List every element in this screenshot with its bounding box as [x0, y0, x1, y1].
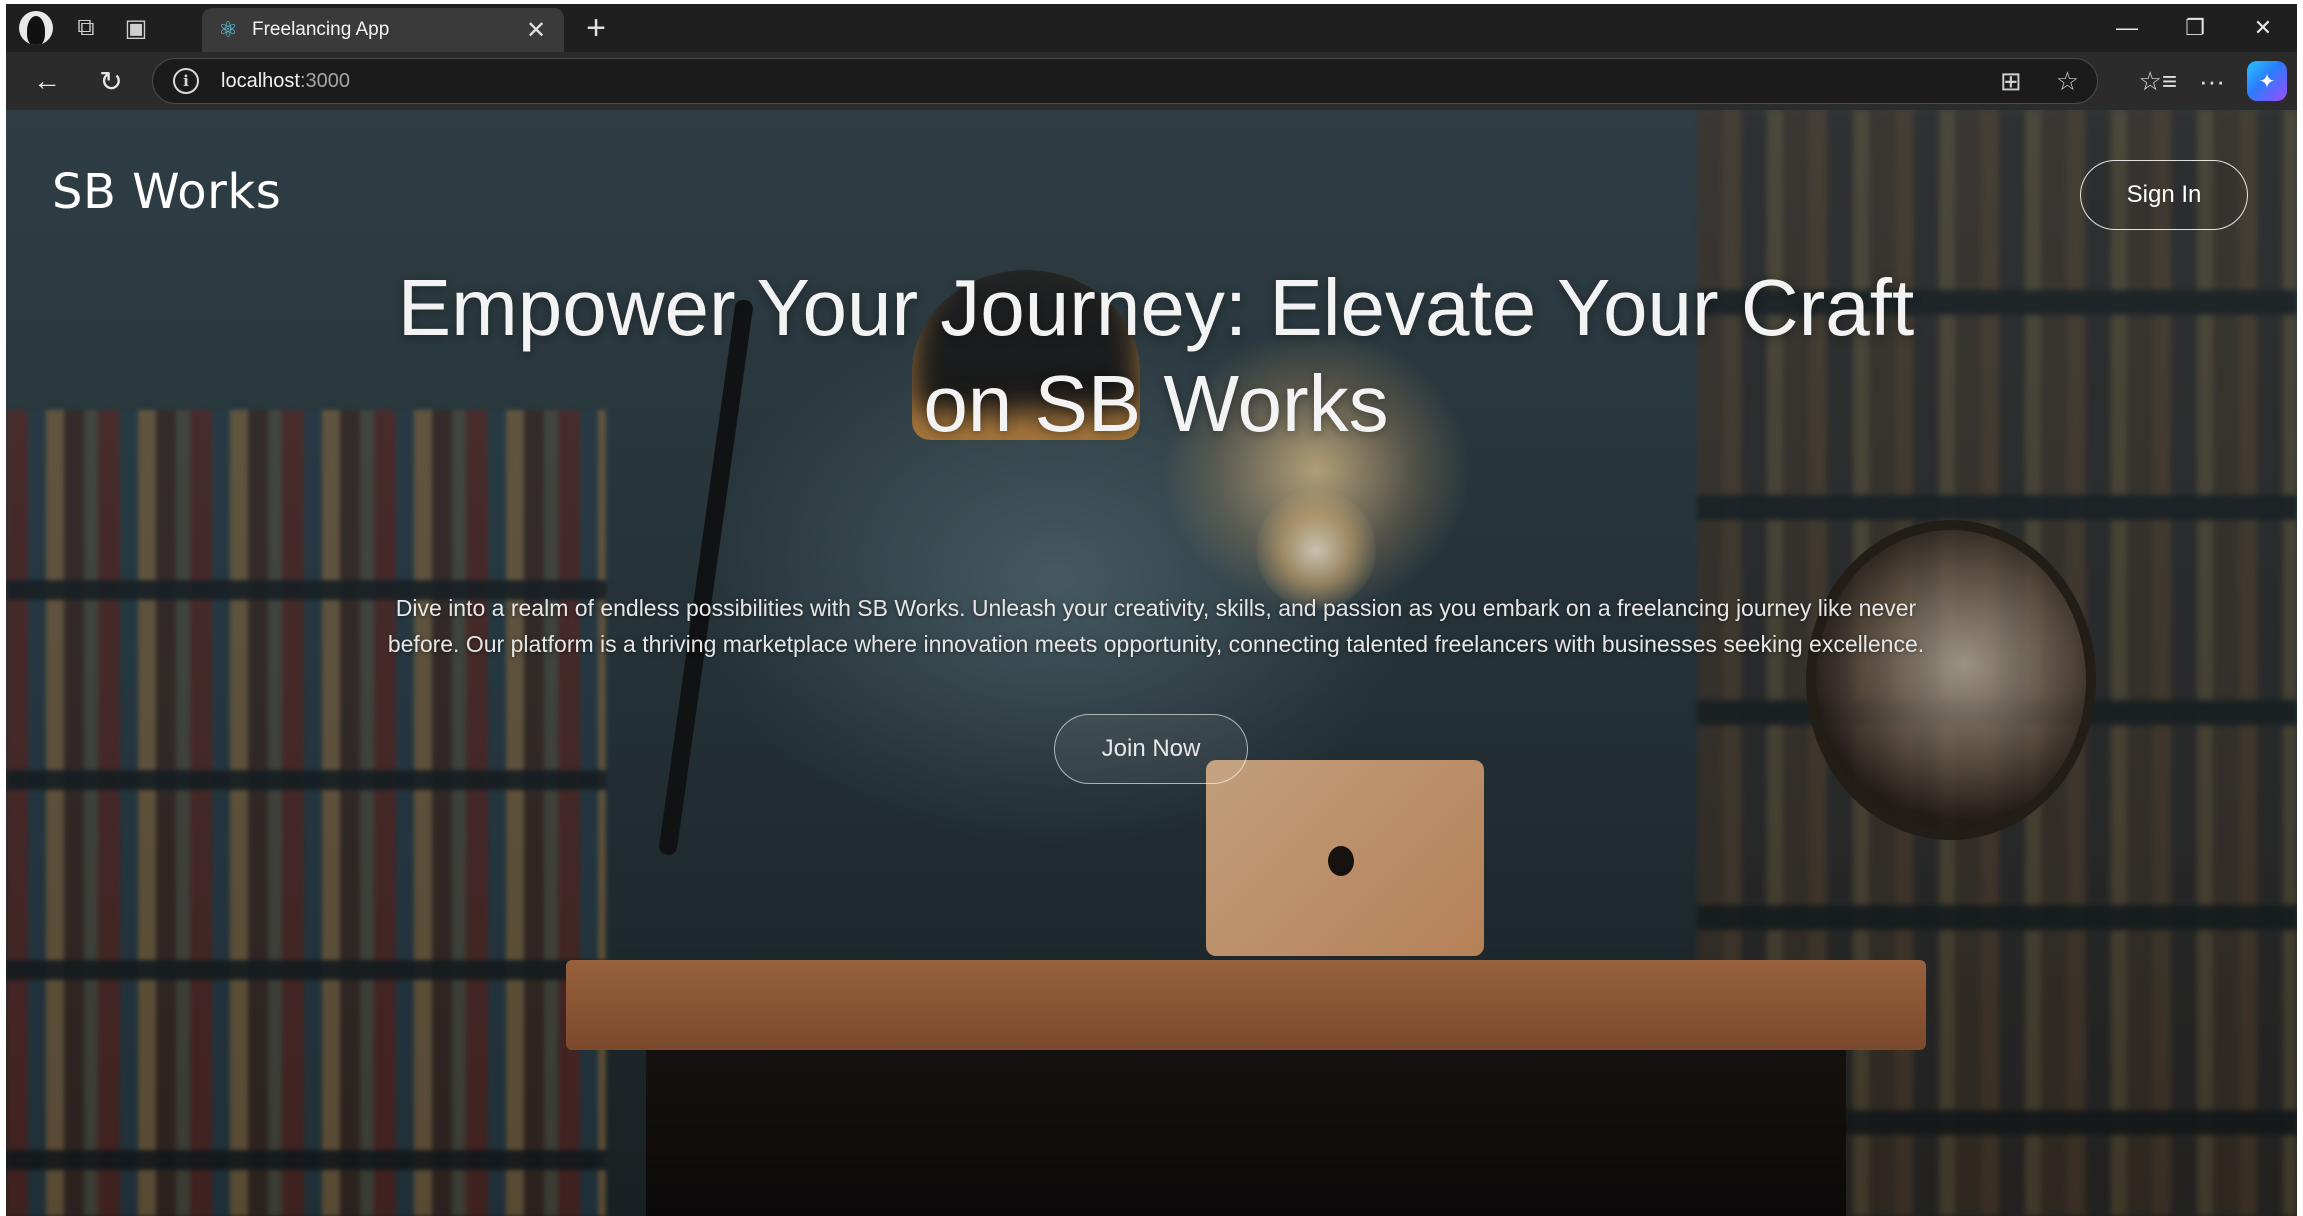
address-bar: ← ↻ i localhost:3000 ⊞ ☆ ☆≡ ··· ✦ — [6, 52, 2297, 110]
react-icon: ⚛ — [218, 17, 238, 42]
hero-description: Dive into a realm of endless possibiliti… — [306, 590, 2006, 662]
title-bar: ⧉ ▣ ⚛ Freelancing App ✕ + — ❐ ✕ — [6, 4, 2297, 52]
favorites-icon[interactable]: ☆≡ — [2139, 66, 2177, 97]
more-icon[interactable]: ··· — [2199, 66, 2225, 97]
browser-window: ⧉ ▣ ⚛ Freelancing App ✕ + — ❐ ✕ ← ↻ i lo… — [0, 0, 2303, 1216]
back-arrow-icon: ← — [33, 65, 61, 96]
tab-freelancing-app[interactable]: ⚛ Freelancing App ✕ — [202, 8, 564, 52]
split-screen-icon[interactable]: ⊞ — [2000, 66, 2022, 97]
join-now-button[interactable]: Join Now — [1054, 714, 1248, 784]
workspaces-button[interactable]: ⧉ — [66, 8, 106, 48]
hero-title: Empower Your Journey: Elevate Your Craft… — [306, 260, 2006, 452]
tab-title: Freelancing App — [252, 19, 390, 40]
hero-title-line-1: Empower Your Journey: Elevate Your Craft — [397, 263, 1915, 352]
copilot-icon[interactable]: ✦ — [2247, 61, 2287, 101]
hero-description-line-1: Dive into a realm of endless possibiliti… — [395, 595, 1917, 621]
plus-icon: + — [586, 8, 606, 47]
site-logo[interactable]: SB Works — [52, 164, 281, 220]
window-controls: — ❐ ✕ — [2093, 4, 2297, 52]
star-icon[interactable]: ☆ — [2056, 66, 2079, 97]
info-icon[interactable]: i — [173, 68, 199, 94]
omnibox-actions: ⊞ ☆ — [2000, 59, 2079, 103]
page-viewport: SB Works Sign In Empower Your Journey: E… — [6, 110, 2297, 1216]
minimize-icon: — — [2116, 15, 2138, 40]
refresh-button[interactable]: ↻ — [88, 58, 134, 104]
restore-button[interactable]: ❐ — [2161, 4, 2229, 52]
back-button[interactable]: ← — [24, 58, 70, 104]
url-input[interactable]: i localhost:3000 ⊞ ☆ — [152, 58, 2098, 104]
close-window-icon: ✕ — [2253, 15, 2273, 40]
tab-actions-icon: ▣ — [124, 14, 148, 42]
tab-close-button[interactable]: ✕ — [522, 16, 550, 44]
url-port: :3000 — [299, 69, 350, 92]
hero-title-line-2: on SB Works — [923, 359, 1389, 448]
url-host: localhost — [221, 69, 300, 92]
toolbar-right: ☆≡ ··· ✦ — [2139, 58, 2287, 104]
workspaces-icon: ⧉ — [77, 14, 95, 41]
close-icon: ✕ — [525, 16, 547, 44]
close-window-button[interactable]: ✕ — [2229, 4, 2297, 52]
profile-button[interactable] — [16, 8, 56, 48]
sign-in-button[interactable]: Sign In — [2080, 160, 2248, 230]
restore-icon: ❐ — [2185, 15, 2205, 40]
hero-description-line-2: before. Our platform is a thriving marke… — [387, 631, 1925, 657]
new-tab-button[interactable]: + — [576, 8, 616, 48]
tab-actions-button[interactable]: ▣ — [116, 8, 156, 48]
refresh-icon: ↻ — [99, 65, 123, 97]
minimize-button[interactable]: — — [2093, 4, 2161, 52]
profile-icon — [19, 11, 53, 45]
